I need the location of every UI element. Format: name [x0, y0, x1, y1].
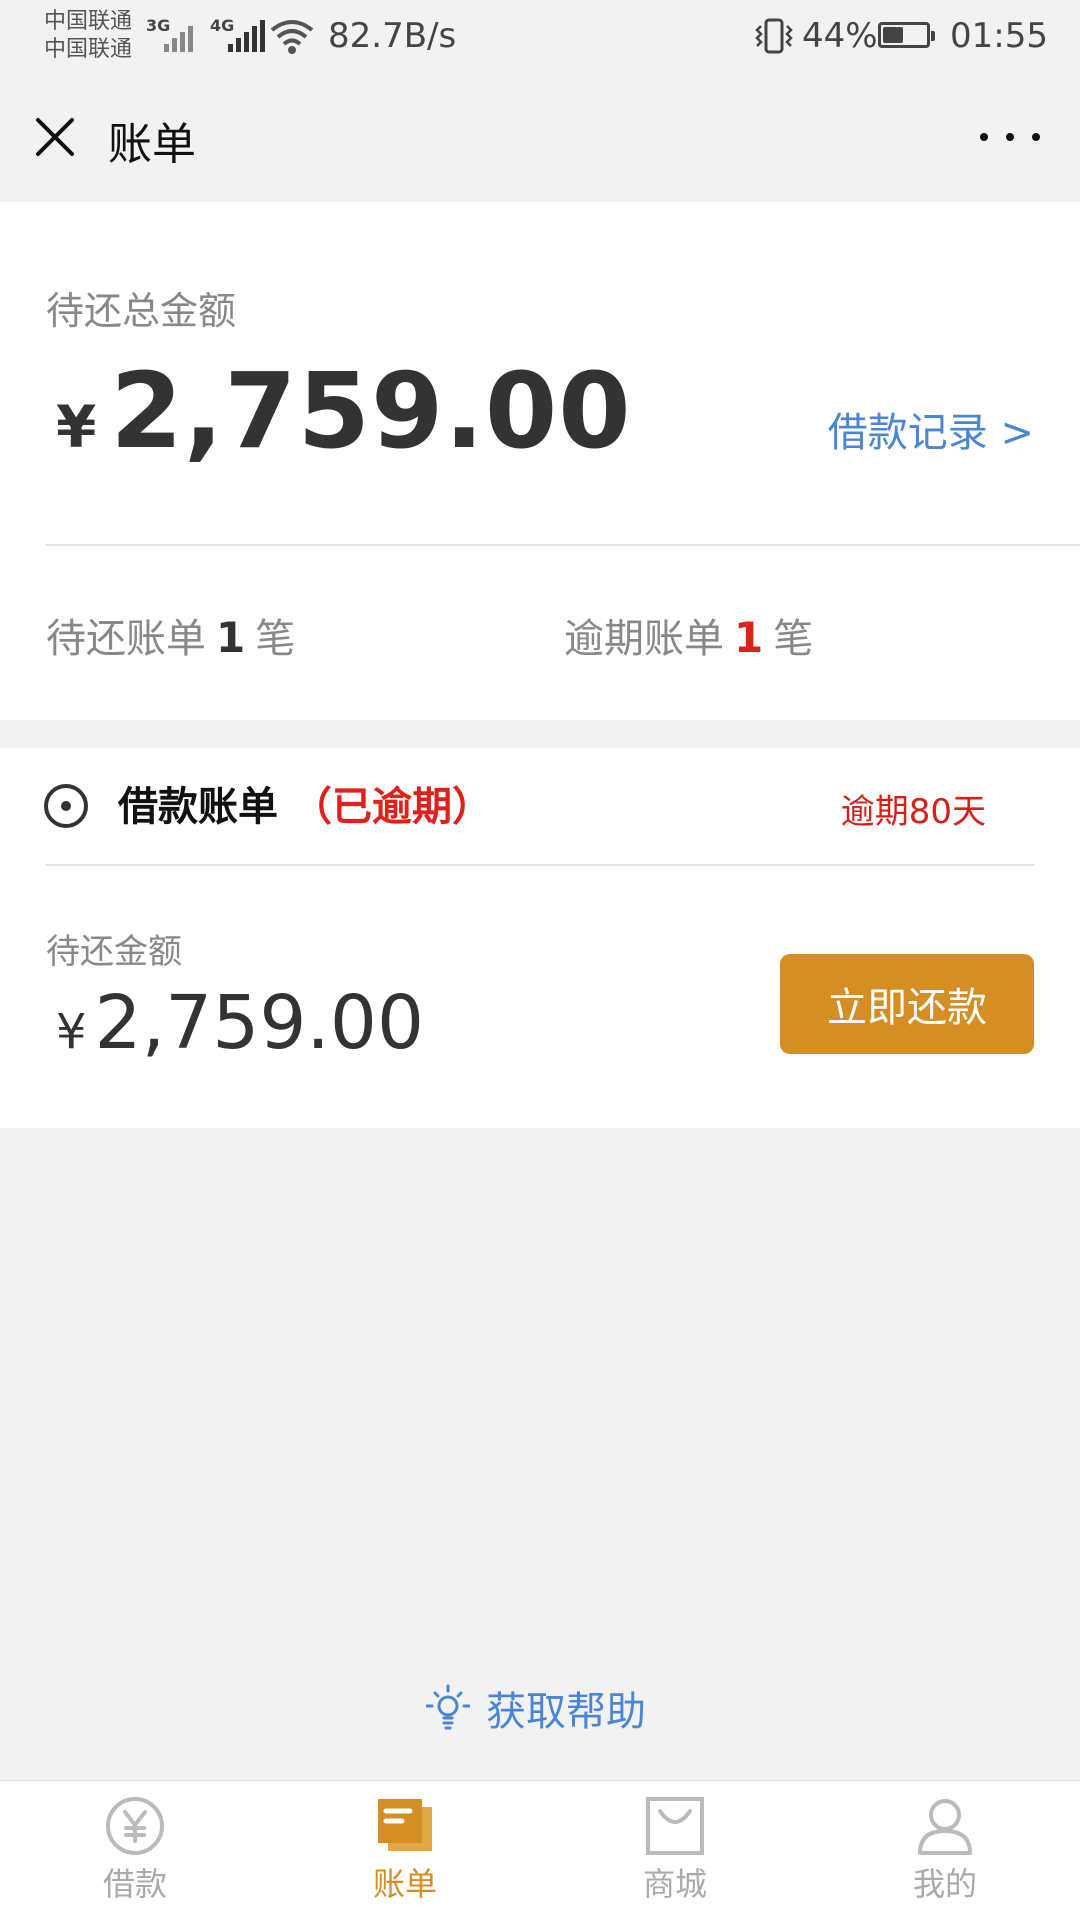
bill-due-label: 待还金额 [46, 932, 182, 972]
bottom-tab-bar: 借款 账单 商城 我的 [0, 1780, 1080, 1920]
carrier-1: 中国联通 [44, 9, 133, 34]
pending-bills-unit: 笔 [255, 616, 296, 662]
tab-shop-label: 商城 [642, 1865, 707, 1903]
bill-title: 借款账单 [118, 784, 278, 830]
repay-now-button[interactable]: 立即还款 [780, 954, 1034, 1054]
loan-records-link[interactable]: 借款记录 > [828, 400, 1034, 458]
carrier-labels: 中国联通 中国联通 [44, 8, 132, 64]
tab-mine-label: 我的 [912, 1865, 977, 1903]
clock: 01:55 [950, 16, 1048, 56]
get-help-label: 获取帮助 [486, 1689, 646, 1735]
bill-due-value: 2,759.00 [94, 980, 425, 1066]
page-title: 账单 [108, 119, 196, 170]
overdue-bills-stat: 逾期账单 1 笔 [564, 606, 813, 664]
battery-percent: 44% [802, 16, 878, 56]
signal-4g-icon [228, 16, 265, 52]
bill-icon [378, 1799, 432, 1851]
overdue-days: 逾期80天 [840, 792, 986, 832]
pending-bills-stat: 待还账单 1 笔 [46, 606, 295, 664]
total-due-amount: ¥ 2,759.00 [56, 350, 632, 472]
overdue-bills-count: 1 [734, 613, 764, 662]
close-button[interactable] [30, 112, 80, 162]
summary-divider [46, 544, 1080, 546]
bill-due-amount: ¥ 2,759.00 [56, 980, 424, 1066]
bill-status-badge: （已逾期） [292, 784, 492, 830]
bill-divider [46, 864, 1034, 866]
total-due-label: 待还总金额 [46, 289, 237, 333]
overdue-bills-label: 逾期账单 [564, 616, 724, 662]
status-bar: 中国联通 中国联通 3G 4G 82.7B/s 44% 01:55 [0, 0, 1080, 78]
overdue-bills-unit: 笔 [773, 616, 814, 662]
user-icon [918, 1799, 972, 1855]
battery-icon [878, 22, 935, 48]
wifi-icon [270, 20, 314, 54]
net-speed: 82.7B/s [328, 16, 457, 56]
signal-3g-icon [164, 16, 193, 52]
pending-bills-count: 1 [216, 613, 246, 662]
yuan-icon [106, 1797, 164, 1855]
tab-loan[interactable]: 借款 [0, 1781, 270, 1920]
vibrate-icon [755, 18, 793, 54]
bill-due-currency: ¥ [56, 1004, 87, 1060]
total-due-currency: ¥ [56, 393, 97, 461]
close-icon [36, 118, 74, 156]
summary-card: 待还总金额 ¥ 2,759.00 借款记录 > 待还账单 1 笔 逾期账单 1 … [0, 202, 1080, 720]
loan-bill-card[interactable]: 借款账单 （已逾期） 逾期80天 待还金额 ¥ 2,759.00 立即还款 [0, 748, 1080, 1128]
carrier-2: 中国联通 [44, 37, 133, 62]
tab-mine[interactable]: 我的 [810, 1781, 1080, 1920]
more-icon [980, 133, 988, 141]
tab-bill[interactable]: 账单 [270, 1781, 540, 1920]
tab-bill-label: 账单 [372, 1865, 437, 1903]
get-help-link[interactable]: 获取帮助 [426, 1680, 646, 1736]
bill-coin-icon [44, 784, 88, 828]
more-button[interactable] [980, 130, 1040, 144]
nav-bar: 账单 [0, 78, 1080, 202]
tab-loan-label: 借款 [102, 1865, 167, 1903]
tab-shop[interactable]: 商城 [540, 1781, 810, 1920]
total-due-value: 2,759.00 [110, 350, 632, 472]
pending-bills-label: 待还账单 [46, 616, 206, 662]
shop-icon [646, 1797, 704, 1855]
lightbulb-icon [426, 1684, 470, 1730]
